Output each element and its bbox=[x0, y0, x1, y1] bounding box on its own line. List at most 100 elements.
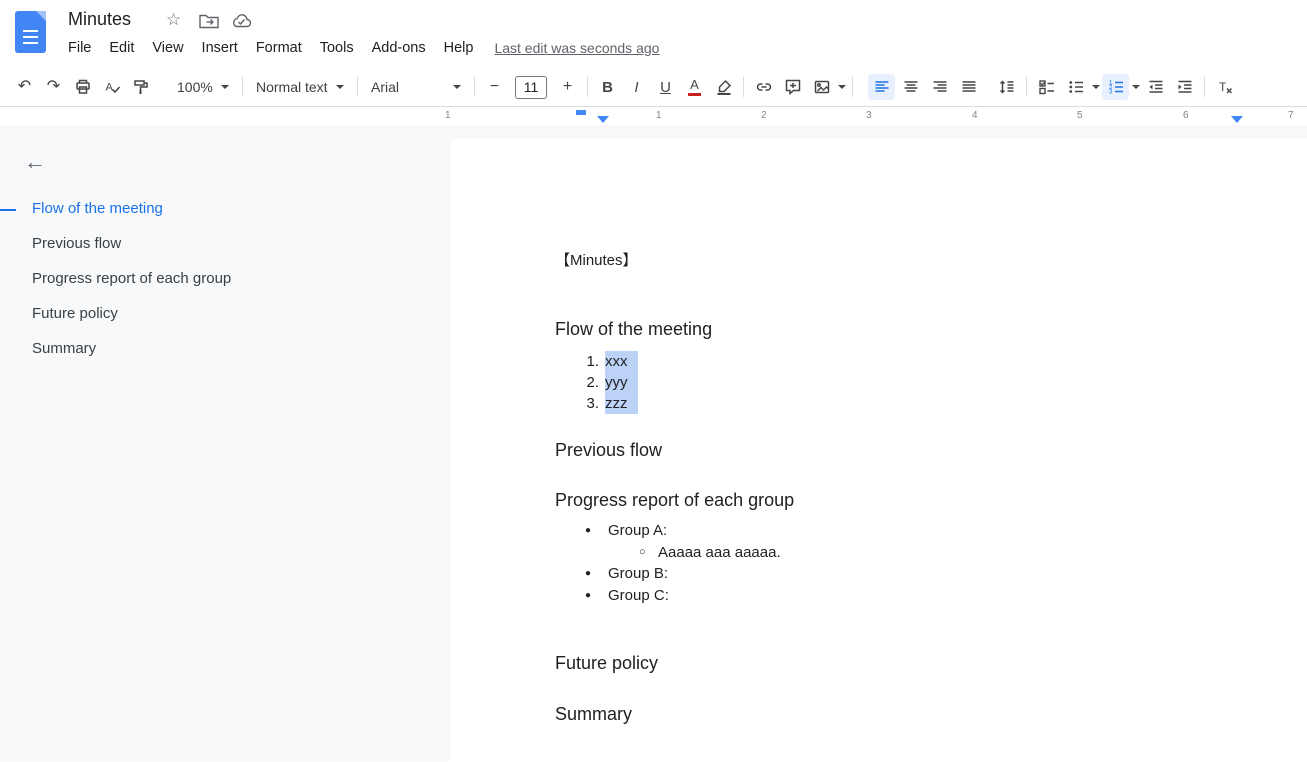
star-icon[interactable]: ☆ bbox=[166, 10, 181, 30]
bulleted-list-options-caret[interactable] bbox=[1090, 74, 1101, 100]
plus-icon: + bbox=[563, 79, 572, 95]
undo-button[interactable]: ↶ bbox=[11, 74, 38, 100]
menu-view[interactable]: View bbox=[143, 37, 192, 59]
doc-heading-progress-report[interactable]: Progress report of each group bbox=[555, 488, 1267, 512]
numbered-list-button[interactable]: 1 2 3 bbox=[1102, 74, 1129, 100]
redo-button[interactable]: ↷ bbox=[40, 74, 67, 100]
chevron-down-icon bbox=[1092, 85, 1100, 89]
list-number: 1. bbox=[583, 351, 599, 372]
list-item[interactable]: ● Group C: bbox=[585, 585, 1267, 607]
menu-help[interactable]: Help bbox=[435, 37, 483, 59]
menu-tools[interactable]: Tools bbox=[311, 37, 363, 59]
chevron-down-icon bbox=[221, 85, 229, 89]
bulleted-list: ● Group A: ○ Aaaaa aaa aaaaa. ● Group B:… bbox=[555, 520, 1267, 606]
menu-insert[interactable]: Insert bbox=[193, 37, 247, 59]
decrease-indent-button[interactable] bbox=[1142, 74, 1169, 100]
menu-addons[interactable]: Add-ons bbox=[363, 37, 435, 59]
numbered-list-options-caret[interactable] bbox=[1130, 74, 1141, 100]
outline-item-future-policy[interactable]: Future policy bbox=[32, 305, 231, 323]
zoom-select[interactable]: 100% bbox=[169, 74, 237, 100]
outline-item-flow-of-the-meeting[interactable]: Flow of the meeting bbox=[32, 200, 231, 218]
menu-edit[interactable]: Edit bbox=[100, 37, 143, 59]
toolbar-divider bbox=[587, 77, 588, 97]
chevron-down-icon bbox=[453, 85, 461, 89]
add-comment-button[interactable] bbox=[779, 74, 806, 100]
print-button[interactable] bbox=[69, 74, 96, 100]
clear-formatting-button[interactable]: T bbox=[1211, 74, 1238, 100]
outline-item-progress-report[interactable]: Progress report of each group bbox=[32, 270, 231, 288]
bold-button[interactable]: B bbox=[594, 74, 621, 100]
increase-indent-button[interactable] bbox=[1171, 74, 1198, 100]
menu-file[interactable]: File bbox=[59, 37, 100, 59]
bullet-icon: ○ bbox=[639, 542, 658, 564]
spellcheck-button[interactable]: A bbox=[98, 74, 125, 100]
increase-font-size-button[interactable]: + bbox=[554, 74, 581, 100]
first-line-indent-marker[interactable] bbox=[576, 110, 586, 115]
bullet-icon: ● bbox=[585, 585, 608, 607]
outline-item-summary[interactable]: Summary bbox=[32, 340, 231, 358]
doc-heading-future-policy[interactable]: Future policy bbox=[555, 651, 1267, 675]
docs-logo-icon[interactable] bbox=[15, 11, 46, 53]
ruler-mark: 2 bbox=[761, 110, 767, 121]
horizontal-ruler[interactable]: 1 1 2 3 4 5 6 7 bbox=[0, 107, 1307, 125]
doc-heading-previous-flow[interactable]: Previous flow bbox=[555, 438, 1267, 462]
outline-position-indicator bbox=[0, 209, 16, 211]
list-number: 3. bbox=[583, 393, 599, 414]
doc-heading-summary[interactable]: Summary bbox=[555, 702, 1267, 726]
menu-format[interactable]: Format bbox=[247, 37, 311, 59]
italic-icon: I bbox=[634, 80, 638, 95]
undo-icon: ↶ bbox=[18, 79, 31, 95]
decrease-font-size-button[interactable]: − bbox=[481, 74, 508, 100]
comment-icon bbox=[784, 78, 802, 96]
italic-button[interactable]: I bbox=[623, 74, 650, 100]
insert-link-button[interactable] bbox=[750, 74, 777, 100]
align-justify-button[interactable] bbox=[955, 74, 982, 100]
line-spacing-icon bbox=[998, 78, 1016, 96]
decrease-indent-icon bbox=[1147, 78, 1165, 96]
list-item[interactable]: ● Group B: bbox=[585, 563, 1267, 585]
list-item[interactable]: ● Group A: bbox=[585, 520, 1267, 542]
align-left-button[interactable] bbox=[868, 74, 895, 100]
text-color-icon: A bbox=[688, 78, 701, 96]
list-item[interactable]: ○ Aaaaa aaa aaaaa. bbox=[639, 542, 1267, 564]
font-size-input[interactable]: 11 bbox=[515, 76, 547, 99]
list-item[interactable]: 3. zzz bbox=[583, 393, 1267, 414]
toolbar: ↶ ↷ A 100% Normal text bbox=[0, 68, 1307, 107]
move-folder-icon[interactable] bbox=[199, 13, 219, 29]
right-indent-marker[interactable] bbox=[1231, 116, 1243, 123]
list-item[interactable]: 2. yyy bbox=[583, 372, 1267, 393]
font-select[interactable]: Arial bbox=[363, 74, 469, 100]
toolbar-divider bbox=[474, 77, 475, 97]
checklist-button[interactable] bbox=[1033, 74, 1060, 100]
paragraph-style-select[interactable]: Normal text bbox=[248, 74, 352, 100]
toolbar-divider bbox=[1026, 77, 1027, 97]
bulleted-list-button[interactable] bbox=[1062, 74, 1089, 100]
highlight-color-button[interactable] bbox=[710, 74, 737, 100]
outline-item-previous-flow[interactable]: Previous flow bbox=[32, 235, 231, 253]
align-right-button[interactable] bbox=[926, 74, 953, 100]
bullet-icon: ● bbox=[585, 520, 608, 542]
document-body: 【Minutes】 Flow of the meeting 1. xxx 2. … bbox=[451, 139, 1307, 726]
doc-heading-flow[interactable]: Flow of the meeting bbox=[555, 317, 1267, 341]
image-options-caret[interactable] bbox=[836, 74, 847, 100]
close-outline-button[interactable]: ← bbox=[24, 151, 46, 173]
line-spacing-button[interactable] bbox=[993, 74, 1020, 100]
cloud-status-icon[interactable] bbox=[231, 13, 252, 29]
last-edit-link[interactable]: Last edit was seconds ago bbox=[494, 40, 659, 56]
insert-image-button[interactable] bbox=[808, 74, 835, 100]
underline-button[interactable]: U bbox=[652, 74, 679, 100]
doc-title-paragraph[interactable]: 【Minutes】 bbox=[555, 251, 1267, 271]
document-page[interactable]: 【Minutes】 Flow of the meeting 1. xxx 2. … bbox=[451, 139, 1307, 761]
left-indent-marker[interactable] bbox=[597, 116, 609, 123]
align-center-button[interactable] bbox=[897, 74, 924, 100]
selected-text: yyy bbox=[605, 372, 638, 393]
document-title[interactable]: Minutes bbox=[68, 9, 131, 30]
print-icon bbox=[74, 78, 92, 96]
ruler-mark: 5 bbox=[1077, 110, 1083, 121]
align-right-icon bbox=[931, 78, 949, 96]
paint-format-button[interactable] bbox=[127, 74, 154, 100]
text-color-button[interactable]: A bbox=[681, 74, 708, 100]
list-text: Group C: bbox=[608, 585, 669, 607]
svg-text:T: T bbox=[1219, 80, 1227, 94]
list-item[interactable]: 1. xxx bbox=[583, 351, 1267, 372]
